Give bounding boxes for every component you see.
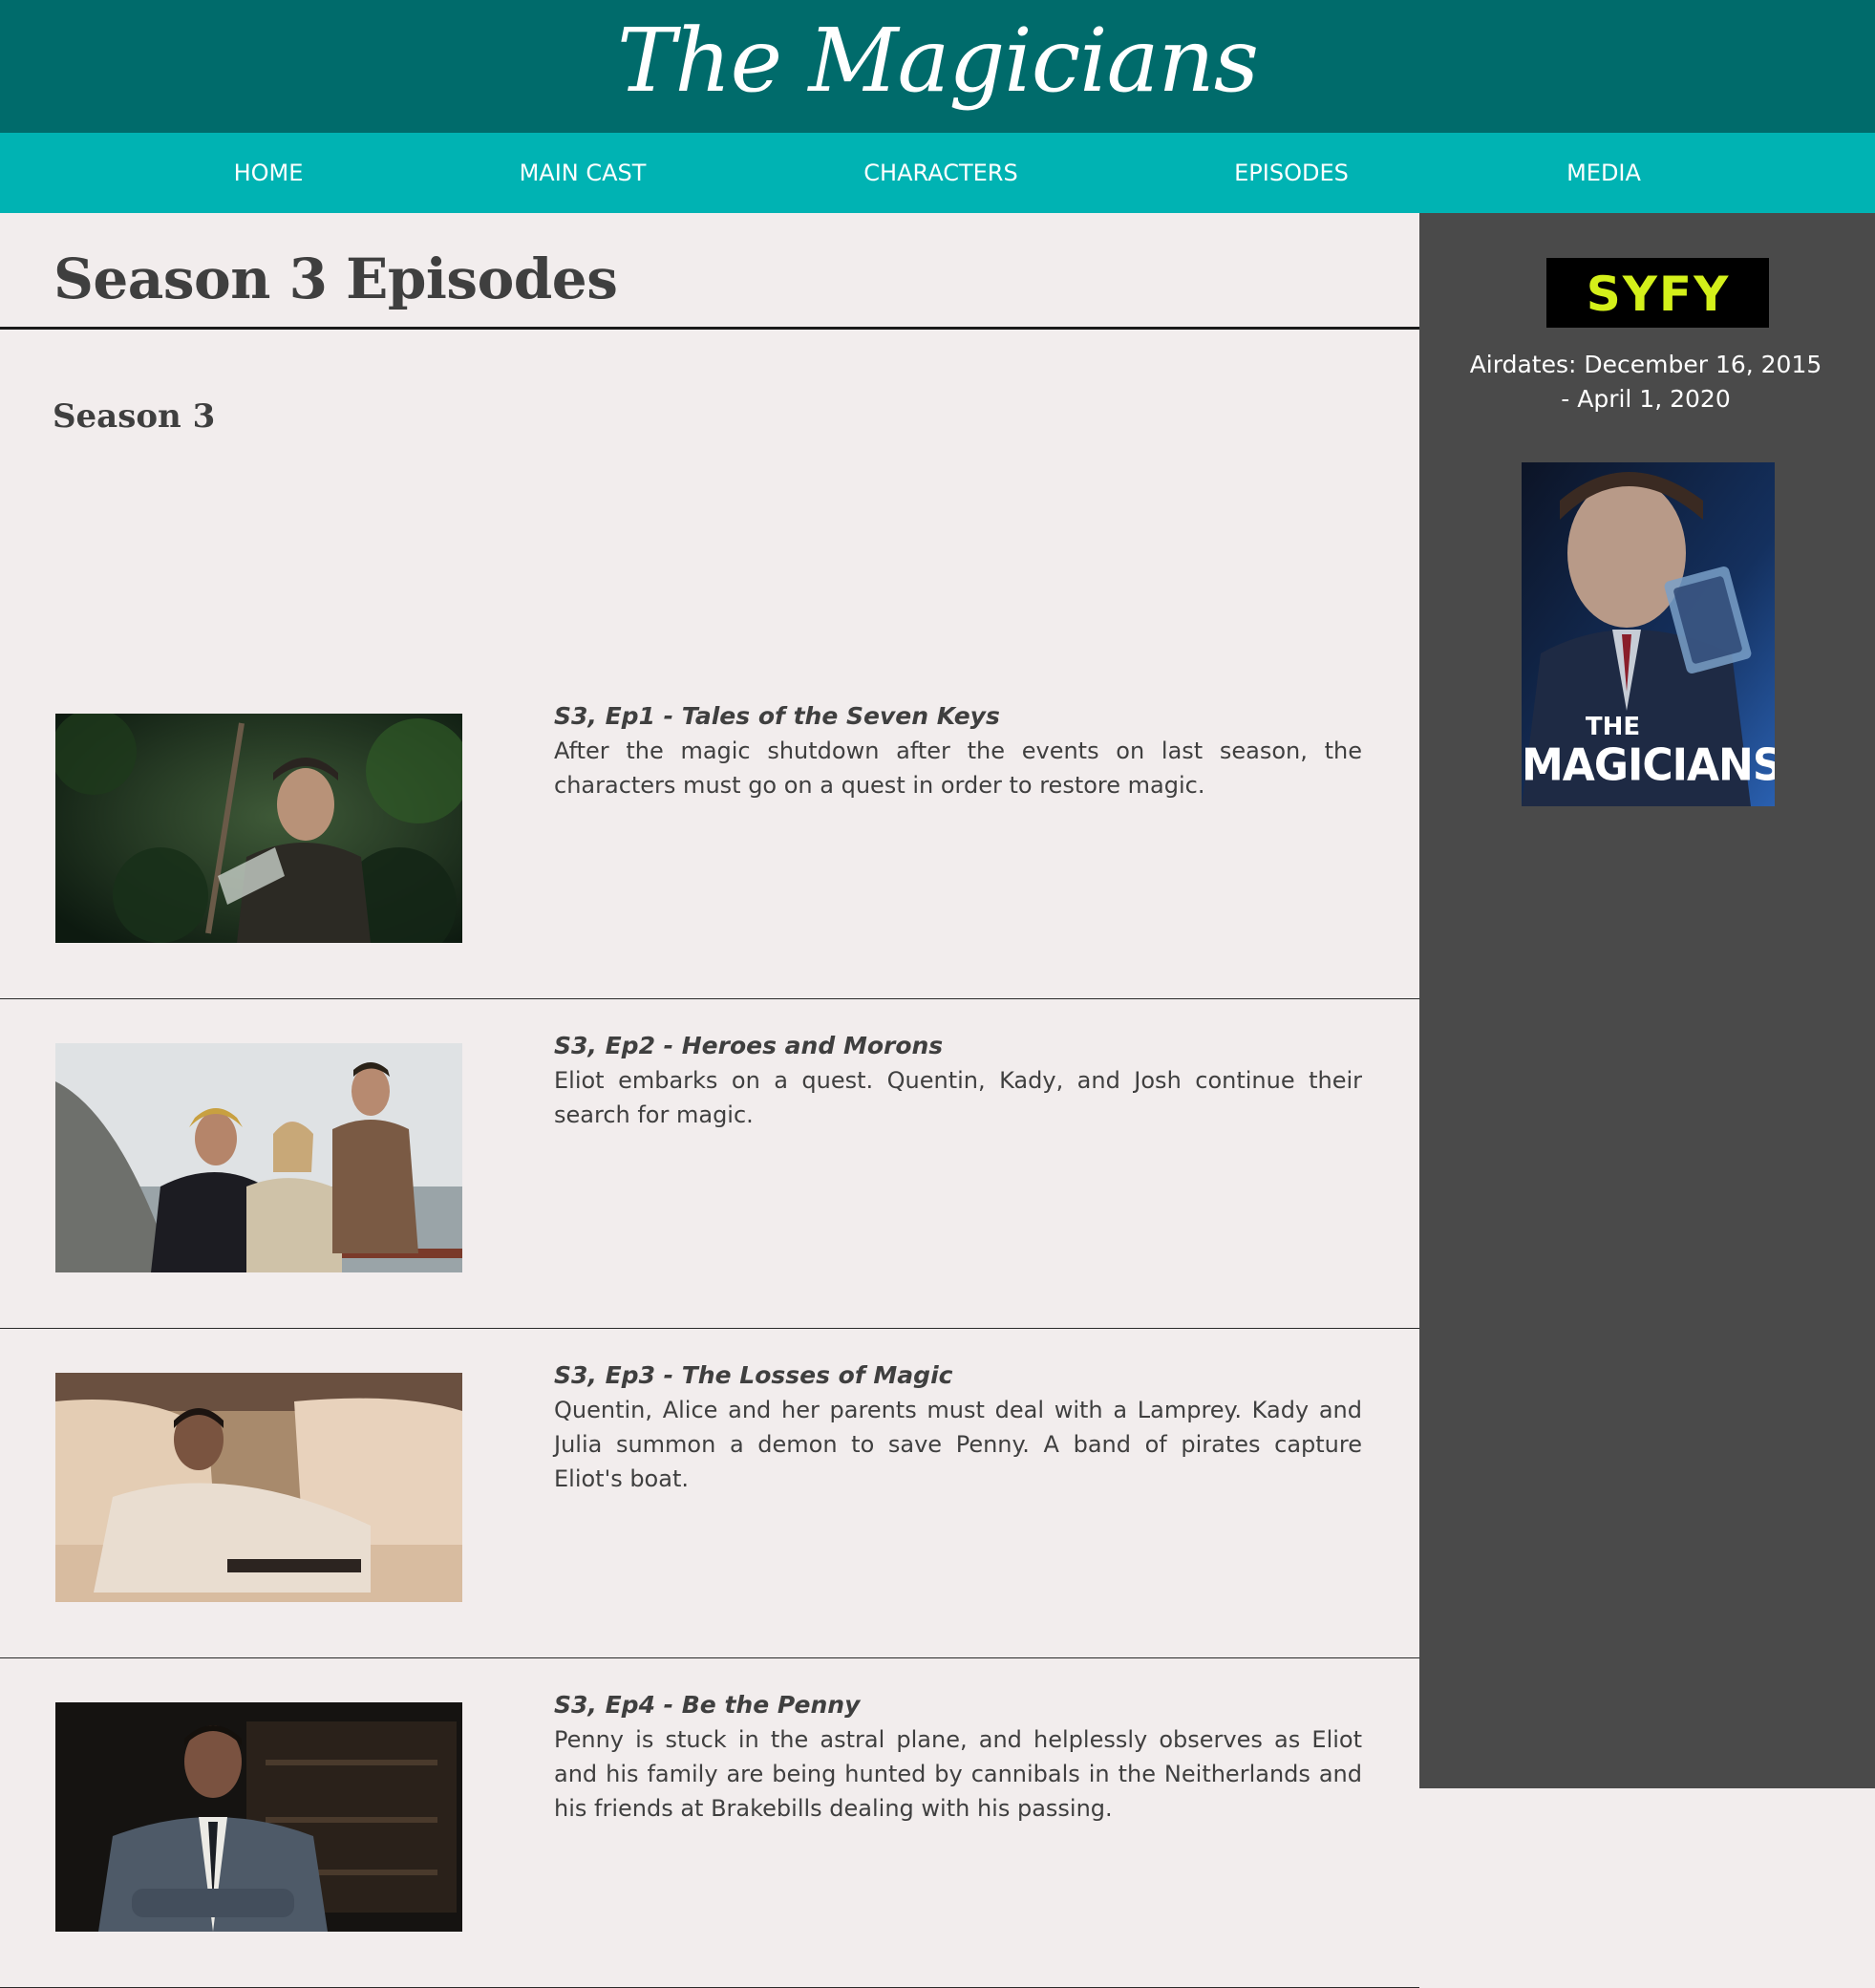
- main-content: Season 3 Episodes Season 3 S3, Ep1 - Tal…: [0, 213, 1419, 1988]
- page-title: Season 3 Episodes: [53, 246, 618, 311]
- episode-title: S3, Ep4 - Be the Penny: [554, 1691, 861, 1719]
- episode-title: S3, Ep2 - Heroes and Morons: [554, 1032, 944, 1059]
- episode-title: S3, Ep3 - The Losses of Magic: [554, 1361, 953, 1389]
- sidebar: SYFY Airdates: December 16, 2015 - April…: [1419, 213, 1875, 1788]
- show-poster: THE MAGICIANS: [1522, 462, 1775, 806]
- page-layout: Season 3 Episodes Season 3 S3, Ep1 - Tal…: [0, 213, 1875, 1988]
- main-nav: HOME MAIN CAST CHARACTERS EPISODES MEDIA: [0, 133, 1875, 213]
- site-header: The Magicians: [0, 0, 1875, 133]
- syfy-logo: SYFY: [1546, 258, 1769, 328]
- episode-description: Penny is stuck in the astral plane, and …: [554, 1726, 1362, 1822]
- syfy-logo-text: SYFY: [1586, 268, 1730, 318]
- episode-title: S3, Ep1 - Tales of the Seven Keys: [554, 702, 1000, 730]
- nav-item-episodes[interactable]: EPISODES: [1234, 133, 1349, 213]
- episode-thumbnail: [55, 1043, 462, 1272]
- episode-item: S3, Ep1 - Tales of the Seven Keys After …: [0, 670, 1419, 999]
- airdates-text: Airdates: December 16, 2015 - April 1, 2…: [1469, 351, 1822, 413]
- episode-thumbnail: [55, 714, 462, 943]
- episode-thumbnail: [55, 1702, 462, 1932]
- episode-item: S3, Ep3 - The Losses of Magic Quentin, A…: [0, 1329, 1419, 1658]
- episode-description: Quentin, Alice and her parents must deal…: [554, 1397, 1362, 1492]
- site-title: The Magicians: [617, 9, 1259, 112]
- episode-item: S3, Ep4 - Be the Penny Penny is stuck in…: [0, 1658, 1419, 1988]
- nav-item-main-cast[interactable]: MAIN CAST: [520, 133, 647, 213]
- nav-item-characters[interactable]: CHARACTERS: [863, 133, 1017, 213]
- episode-thumbnail: [55, 1373, 462, 1602]
- episode-description: Eliot embarks on a quest. Quentin, Kady,…: [554, 1067, 1362, 1128]
- nav-item-home[interactable]: HOME: [234, 133, 304, 213]
- season-heading: Season 3: [53, 397, 216, 436]
- nav-item-media[interactable]: MEDIA: [1566, 133, 1641, 213]
- episode-description: After the magic shutdown after the event…: [554, 737, 1362, 799]
- poster-title-line-1: THE: [1585, 713, 1641, 741]
- poster-title-line-2: MAGICIANS: [1522, 739, 1775, 792]
- episode-item: S3, Ep2 - Heroes and Morons Eliot embark…: [0, 999, 1419, 1329]
- title-divider: [0, 327, 1419, 330]
